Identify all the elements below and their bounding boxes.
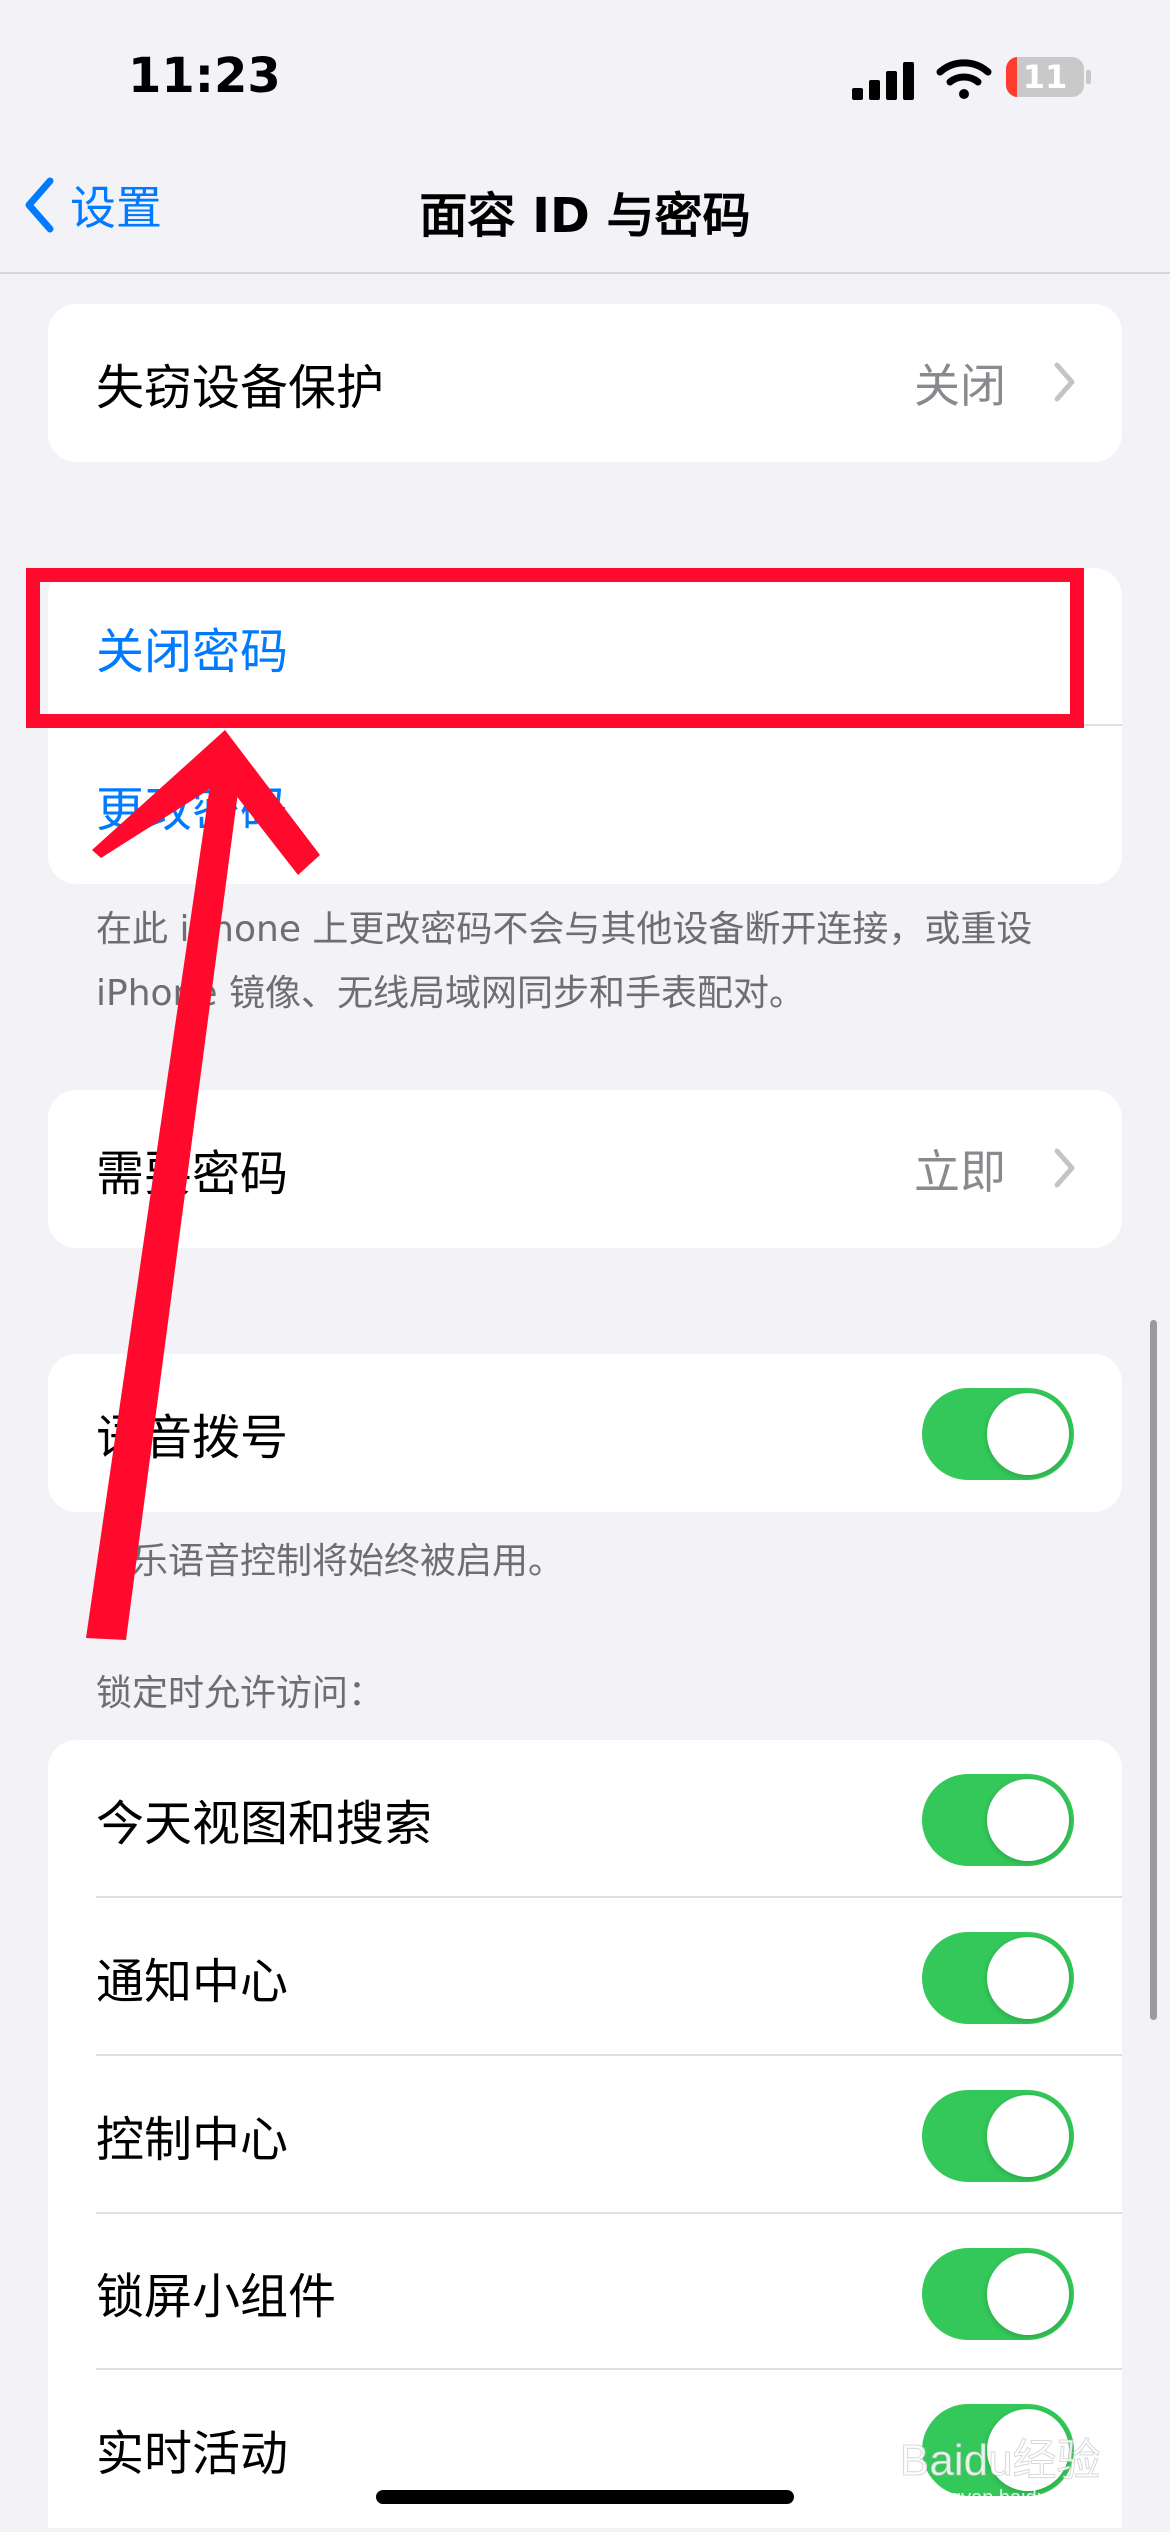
annotation-highlight-box bbox=[26, 568, 1084, 728]
battery-icon: 11 bbox=[1006, 57, 1084, 97]
wifi-icon bbox=[936, 59, 992, 99]
require-passcode-value: 立即 bbox=[914, 1145, 1006, 1199]
scrollbar[interactable] bbox=[1150, 1320, 1157, 2020]
home-indicator bbox=[376, 2490, 794, 2504]
locked-access-row: 通知中心 bbox=[48, 1898, 1122, 2056]
stolen-device-row[interactable]: 失窃设备保护 关闭 bbox=[48, 304, 1122, 462]
voice-dial-row: 语音拨号 bbox=[48, 1354, 1122, 1512]
locked-access-label: 实时活动 bbox=[96, 2426, 289, 2482]
require-passcode-row[interactable]: 需要密码 立即 bbox=[48, 1090, 1122, 1248]
svg-text:jingyan.baidu.com: jingyan.baidu.com bbox=[929, 2487, 1091, 2509]
notification-center-toggle[interactable] bbox=[922, 1932, 1074, 2024]
locked-access-group: 今天视图和搜索 通知中心 控制中心 锁屏小组件 实时活动 bbox=[48, 1740, 1122, 2528]
today-view-toggle[interactable] bbox=[922, 1774, 1074, 1866]
toggle-knob bbox=[987, 1779, 1069, 1861]
chevron-right-icon bbox=[1054, 362, 1075, 402]
signal-icon bbox=[852, 62, 914, 100]
change-passcode-row[interactable]: 更改密码 bbox=[48, 726, 1122, 884]
require-passcode-group: 需要密码 立即 bbox=[48, 1090, 1122, 1248]
locked-access-label: 锁屏小组件 bbox=[96, 2269, 337, 2325]
stolen-device-label: 失窃设备保护 bbox=[96, 360, 385, 416]
voice-dial-group: 语音拨号 bbox=[48, 1354, 1122, 1512]
locked-access-label: 控制中心 bbox=[96, 2112, 289, 2168]
change-passcode-label: 更改密码 bbox=[96, 782, 289, 838]
toggle-knob bbox=[987, 2253, 1069, 2335]
chevron-right-icon bbox=[1054, 1148, 1075, 1188]
battery-level: 11 bbox=[1022, 58, 1068, 96]
voice-dial-label: 语音拨号 bbox=[96, 1410, 289, 1466]
locked-access-label: 通知中心 bbox=[96, 1954, 289, 2010]
lock-screen-widgets-toggle[interactable] bbox=[922, 2248, 1074, 2340]
status-time: 11:23 bbox=[128, 48, 281, 104]
locked-access-row: 控制中心 bbox=[48, 2056, 1122, 2214]
baidu-watermark: Baidu经验 jingyan.baidu.com bbox=[890, 2420, 1130, 2510]
voice-dial-footnote: 音乐语音控制将始终被启用。 bbox=[96, 1541, 565, 1582]
nav-divider bbox=[0, 272, 1170, 274]
locked-access-header: 锁定时允许访问： bbox=[96, 1673, 385, 1714]
passcode-footnote: 在此 iPhone 上更改密码不会与其他设备断开连接，或重设 iPhone 镜像… bbox=[96, 909, 1033, 1014]
toggle-knob bbox=[987, 2095, 1069, 2177]
control-center-toggle[interactable] bbox=[922, 2090, 1074, 2182]
baidu-watermark-logo: Baidu经验 jingyan.baidu.com bbox=[900, 2436, 1102, 2510]
stolen-device-value: 关闭 bbox=[914, 359, 1006, 413]
voice-dial-toggle[interactable] bbox=[922, 1388, 1074, 1480]
toggle-knob bbox=[987, 1393, 1069, 1475]
toggle-knob bbox=[987, 1937, 1069, 2019]
require-passcode-label: 需要密码 bbox=[96, 1146, 289, 1202]
locked-access-label: 今天视图和搜索 bbox=[96, 1796, 433, 1852]
page-title: 面容 ID 与密码 bbox=[419, 188, 751, 244]
locked-access-row: 今天视图和搜索 bbox=[48, 1740, 1122, 1898]
svg-text:Baidu经验: Baidu经验 bbox=[900, 2436, 1101, 2485]
stolen-device-group: 失窃设备保护 关闭 bbox=[48, 304, 1122, 462]
battery-cap bbox=[1086, 70, 1091, 84]
locked-access-row: 锁屏小组件 bbox=[48, 2214, 1122, 2370]
